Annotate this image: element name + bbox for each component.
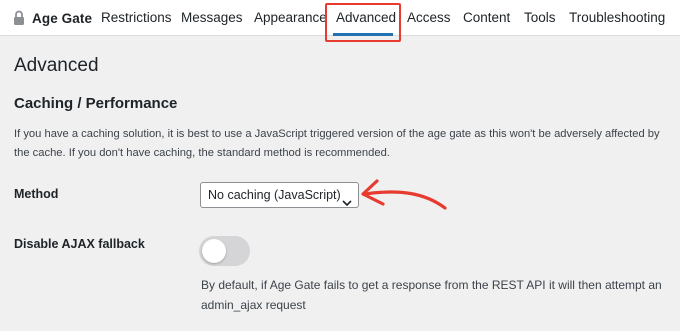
tab-access[interactable]: Access (407, 10, 451, 25)
annotation-highlight-box (325, 3, 401, 42)
toggle-knob (202, 239, 226, 263)
section-title: Caching / Performance (14, 95, 178, 112)
page-title: Advanced (14, 55, 99, 76)
tab-troubleshooting[interactable]: Troubleshooting (569, 10, 665, 25)
tab-appearance[interactable]: Appearance (254, 10, 327, 25)
ajax-fallback-description: By default, if Age Gate fails to get a r… (201, 278, 662, 312)
tab-messages[interactable]: Messages (181, 10, 243, 25)
ajax-fallback-label: Disable AJAX fallback (14, 237, 145, 251)
section-description: If you have a caching solution, it is be… (14, 128, 660, 159)
method-label: Method (14, 187, 59, 201)
method-select[interactable]: No caching (JavaScript) (200, 182, 359, 208)
brand: Age Gate (13, 9, 92, 27)
ajax-fallback-toggle[interactable] (199, 236, 250, 266)
tab-restrictions[interactable]: Restrictions (101, 10, 172, 25)
tab-content[interactable]: Content (463, 10, 510, 25)
lock-icon (13, 10, 25, 26)
method-select-value: No caching (JavaScript) (208, 188, 341, 202)
tab-tools[interactable]: Tools (524, 10, 556, 25)
brand-label: Age Gate (32, 10, 93, 26)
curved-arrow-icon (361, 179, 447, 210)
chevron-down-icon (342, 191, 352, 207)
